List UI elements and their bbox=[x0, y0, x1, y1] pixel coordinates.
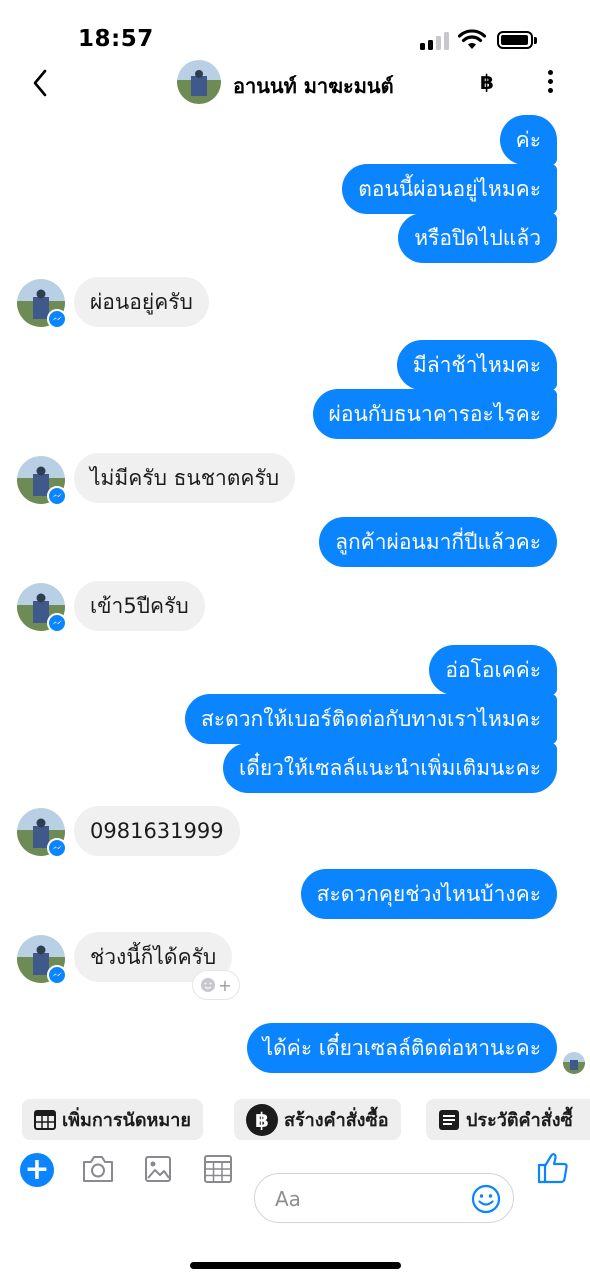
receipt-icon bbox=[438, 1109, 460, 1131]
contact-avatar[interactable] bbox=[177, 60, 221, 104]
calendar-icon bbox=[34, 1109, 56, 1130]
home-indicator bbox=[190, 1262, 401, 1269]
emoji-icon[interactable] bbox=[471, 1184, 501, 1214]
baht-glyph: ฿ bbox=[246, 1103, 278, 1136]
signal-icon bbox=[420, 32, 452, 50]
baht-icon: ฿ bbox=[246, 1103, 278, 1136]
outgoing-message[interactable]: เดี๋ยวให้เซลล์แนะนำเพิ่มเติมนะคะ bbox=[223, 743, 557, 793]
outgoing-message[interactable]: อ่อโอเคค่ะ bbox=[429, 645, 557, 695]
back-arrow-icon[interactable] bbox=[26, 66, 56, 100]
status-time: 18:57 bbox=[78, 26, 154, 52]
messenger-badge-icon bbox=[47, 486, 67, 506]
order-history-chip[interactable]: ประวัติคำสั่งซื้ bbox=[426, 1099, 590, 1140]
outgoing-message[interactable]: ตอนนี้ผ่อนอยู่ไหมคะ bbox=[342, 164, 557, 214]
message-input-placeholder: Aa bbox=[275, 1187, 301, 1211]
contact-name[interactable]: อานนท์ มาฆะมนต์ bbox=[233, 70, 394, 102]
wifi-icon bbox=[458, 29, 486, 49]
messenger-badge-icon bbox=[47, 613, 67, 633]
battery-icon bbox=[497, 31, 537, 49]
messenger-badge-icon bbox=[47, 838, 67, 858]
add-appointment-chip[interactable]: เพิ่มการนัดหมาย bbox=[22, 1099, 203, 1140]
outgoing-message[interactable]: ได้ค่ะ เดี๋ยวเซลล์ติดต่อหานะคะ bbox=[246, 1023, 557, 1073]
plus-icon: + bbox=[218, 975, 232, 995]
incoming-message[interactable]: ผ่อนอยู่ครับ bbox=[74, 277, 209, 327]
chip-label: ประวัติคำสั่งซื้ bbox=[466, 1110, 573, 1131]
sender-avatar[interactable] bbox=[17, 808, 67, 858]
incoming-message[interactable]: เข้า5ปีครับ bbox=[74, 581, 205, 631]
messenger-badge-icon bbox=[47, 309, 67, 329]
thumbs-up-icon[interactable] bbox=[536, 1150, 570, 1186]
sender-avatar[interactable] bbox=[17, 935, 67, 985]
outgoing-message[interactable]: ลูกค้าผ่อนมากี่ปีแล้วคะ bbox=[319, 517, 557, 567]
add-reaction-button[interactable]: + bbox=[193, 971, 239, 999]
sender-avatar[interactable] bbox=[17, 279, 67, 329]
camera-icon[interactable] bbox=[80, 1152, 116, 1186]
outgoing-message[interactable]: ค่ะ bbox=[499, 115, 557, 165]
message-input[interactable]: Aa bbox=[254, 1173, 514, 1223]
outgoing-message[interactable]: สะดวกให้เบอร์ติดต่อกับทางเราไหมคะ bbox=[184, 694, 557, 744]
smiley-icon bbox=[201, 978, 216, 992]
add-attachment-button[interactable]: + bbox=[20, 1153, 54, 1187]
incoming-message[interactable]: 0981631999 bbox=[74, 806, 240, 856]
outgoing-message[interactable]: หรือปิดไปแล้ว bbox=[398, 213, 557, 263]
sender-avatar[interactable] bbox=[17, 456, 67, 506]
outgoing-message[interactable]: ผ่อนกับธนาคารอะไรคะ bbox=[312, 389, 557, 439]
sender-avatar[interactable] bbox=[17, 583, 67, 633]
chip-label: สร้างคำสั่งซื้อ bbox=[284, 1110, 389, 1131]
seen-receipt-avatar bbox=[563, 1052, 585, 1074]
create-order-chip[interactable]: ฿ สร้างคำสั่งซื้อ bbox=[234, 1099, 401, 1140]
gallery-icon[interactable] bbox=[140, 1152, 176, 1186]
chip-label: เพิ่มการนัดหมาย bbox=[62, 1110, 191, 1131]
table-grid-icon[interactable] bbox=[200, 1152, 236, 1186]
incoming-message[interactable]: ไม่มีครับ ธนชาตครับ bbox=[74, 453, 296, 503]
messenger-badge-icon bbox=[47, 965, 67, 985]
baht-icon[interactable]: ฿ bbox=[480, 70, 494, 94]
outgoing-message[interactable]: มีล่าช้าไหมคะ bbox=[396, 340, 557, 390]
more-options-icon[interactable] bbox=[540, 68, 560, 98]
outgoing-message[interactable]: สะดวกคุยช่วงไหนบ้างคะ bbox=[300, 869, 557, 919]
